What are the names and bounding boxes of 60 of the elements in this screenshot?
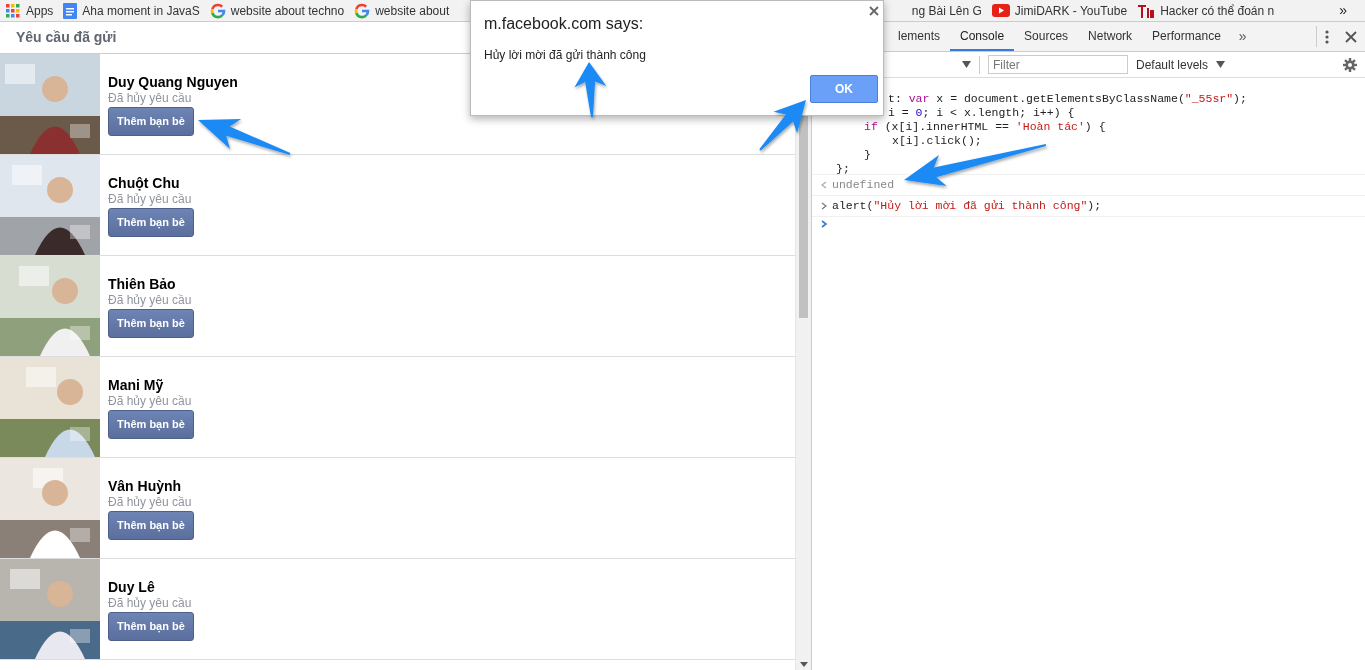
code-line: if (x[i].innerHTML == 'Hoàn tác') { [864, 120, 1106, 134]
google-icon [209, 2, 226, 19]
dropdown-icon[interactable] [1216, 61, 1226, 68]
code-line: x[i].click(); [892, 134, 982, 148]
add-friend-button[interactable]: Thêm bạn bè [108, 107, 194, 136]
more-bookmarks-button[interactable]: » [1279, 0, 1365, 21]
more-tabs-button[interactable]: » [1230, 22, 1255, 51]
request-status: Đã hủy yêu cầu [108, 91, 192, 105]
devtools-tab[interactable]: Sources [1014, 22, 1079, 51]
devtools-tab[interactable]: Performance [1142, 22, 1231, 51]
devtools-tab[interactable]: Network [1078, 22, 1143, 51]
annotation-arrow [574, 62, 607, 118]
add-friend-button[interactable]: Thêm bạn bè [108, 511, 194, 540]
add-friend-button[interactable]: Thêm bạn bè [108, 612, 194, 641]
add-friend-button[interactable]: Thêm bạn bè [108, 208, 194, 237]
request-status: Đã hủy yêu cầu [108, 394, 192, 408]
apps-grid-icon [5, 2, 21, 19]
prompt-icon[interactable] [820, 220, 828, 228]
add-friend-button[interactable]: Thêm bạn bè [108, 410, 194, 439]
request-status: Đã hủy yêu cầu [108, 293, 192, 307]
dialog-title: m.facebook.com says: [484, 14, 644, 34]
document-icon [63, 2, 78, 19]
result-text: undefined [832, 178, 895, 192]
dropdown-icon[interactable] [962, 61, 971, 68]
more-options-icon[interactable] [1325, 29, 1329, 44]
code-line: i = 0; i < x.length; i++) { [888, 106, 1075, 120]
person-name[interactable]: Vân Huỳnh [108, 478, 182, 495]
person-name[interactable]: Duy Quang Nguyen [108, 74, 238, 91]
bookmark-link[interactable]: ng Bài Lên G [911, 1, 982, 20]
add-friend-button[interactable]: Thêm bạn bè [108, 309, 194, 338]
devtools-tab[interactable]: lements [888, 22, 951, 51]
devtools-tab[interactable]: Console [950, 22, 1015, 51]
request-status: Đã hủy yêu cầu [108, 596, 192, 610]
person-name[interactable]: Duy Lê [108, 579, 155, 596]
request-status: Đã hủy yêu cầu [108, 192, 192, 206]
log-levels-dropdown[interactable]: Default levels [1136, 55, 1209, 74]
code-line: }; [836, 162, 850, 176]
person-name[interactable]: Chuột Chu [108, 175, 180, 192]
code-line: alert("Hủy lời mời đã gửi thành công"); [832, 199, 1102, 213]
person-name[interactable]: Thiên Bảo [108, 276, 176, 293]
close-icon[interactable] [1345, 30, 1357, 43]
bookmark-link[interactable]: website about techno [230, 1, 345, 20]
bookmark-link[interactable]: website about [375, 1, 450, 20]
google-icon [354, 2, 371, 19]
page-title: Yêu cầu đã gửi [16, 28, 117, 47]
scroll-down-icon[interactable] [799, 662, 808, 668]
bookmark-link[interactable]: Hacker có thể đoán n [1160, 1, 1275, 20]
settings-icon[interactable] [1343, 57, 1357, 72]
code-line: t: var x = document.getElementsByClassName("_55sr"); [888, 92, 1247, 106]
bookmark-link[interactable]: JimiDARK - YouTube [1014, 1, 1128, 20]
request-status: Đã hủy yêu cầu [108, 495, 192, 509]
dialog-message: Hủy lời mời đã gửi thành công [484, 47, 646, 64]
close-icon[interactable] [869, 6, 879, 16]
filter-field[interactable]: Filter [988, 55, 1128, 74]
video-play-icon [991, 4, 1010, 17]
code-line: } [864, 148, 871, 162]
person-name[interactable]: Mani Mỹ [108, 377, 164, 394]
bookmark-link[interactable]: Aha moment in JavaS [82, 1, 200, 20]
annotation-arrow [759, 100, 806, 151]
bookmark-link[interactable]: Apps [26, 1, 54, 20]
